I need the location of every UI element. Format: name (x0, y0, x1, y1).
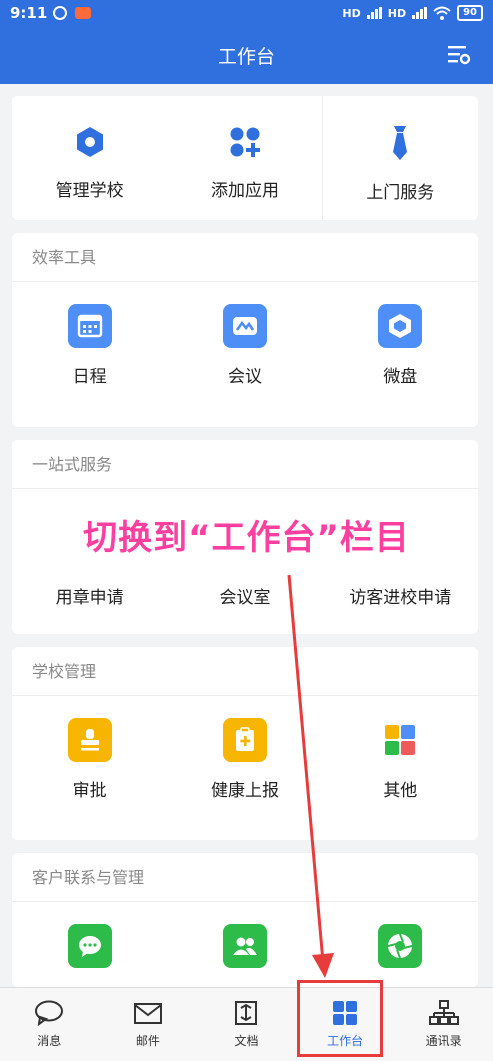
home-service-button[interactable]: 上门服务 (323, 96, 478, 220)
mail-icon (133, 1003, 162, 1024)
meeting-app[interactable]: 会议 (167, 282, 322, 387)
drive-label: 微盘 (383, 367, 418, 387)
add-app-button[interactable]: 添加应用 (167, 96, 322, 220)
add-app-icon (230, 127, 260, 157)
alarm-icon (53, 6, 68, 20)
seal-request-label: 用章申请 (55, 588, 124, 608)
calendar-icon (67, 304, 112, 348)
drive-icon (378, 304, 423, 348)
tab-documents[interactable]: 文档 (197, 988, 296, 1061)
contacts-app[interactable] (167, 902, 322, 968)
bottom-tab-bar: 消息 邮件 文档 工作台 通讯录 (0, 987, 493, 1061)
health-report-icon (222, 718, 267, 762)
highlight-box (297, 980, 383, 1057)
approval-app[interactable]: 审批 (12, 696, 167, 801)
health-report-app[interactable]: 健康上报 (167, 696, 322, 801)
tab-contacts[interactable]: 通讯录 (394, 988, 493, 1061)
contacts-icon (222, 924, 267, 968)
status-time: 9:11 (10, 4, 48, 22)
meeting-label: 会议 (227, 367, 262, 387)
schedule-label: 日程 (72, 367, 107, 387)
tie-icon (393, 126, 408, 160)
manage-school-label: 管理学校 (55, 181, 124, 201)
add-app-label: 添加应用 (210, 181, 279, 201)
client-management-card: 客户联系与管理 (12, 853, 478, 987)
signal-icon (366, 7, 382, 19)
other-label: 其他 (383, 781, 418, 801)
school-management-title: 学校管理 (12, 647, 478, 696)
home-service-label: 上门服务 (366, 183, 435, 203)
battery-icon: 90 (457, 5, 483, 21)
approval-label: 审批 (72, 781, 107, 801)
settings-icon[interactable] (447, 44, 471, 66)
efficiency-tools-card: 效率工具 日程 会议 微盘 (12, 233, 478, 427)
tab-messages[interactable]: 消息 (0, 988, 99, 1061)
client-management-title: 客户联系与管理 (12, 853, 478, 902)
document-icon (235, 1001, 258, 1025)
divider (322, 96, 323, 220)
school-management-card: 学校管理 审批 健康上报 其他 (12, 647, 478, 840)
moments-icon (378, 924, 423, 968)
drive-app[interactable]: 微盘 (323, 282, 478, 387)
page-title: 工作台 (217, 46, 275, 68)
wifi-icon (433, 6, 451, 20)
signal-hd-label-1: HD (342, 6, 361, 20)
tab-contacts-label: 通讯录 (425, 1034, 462, 1048)
signal-hd-label-2: HD (387, 6, 407, 20)
tab-mail-label: 邮件 (135, 1034, 160, 1048)
meeting-room-label: 会议室 (219, 588, 271, 608)
tab-documents-label: 文档 (234, 1034, 259, 1048)
chat-icon (67, 924, 112, 968)
meeting-icon (222, 304, 267, 348)
other-apps-icon (378, 718, 423, 762)
schedule-app[interactable]: 日程 (12, 282, 167, 387)
health-report-label: 健康上报 (210, 781, 279, 801)
status-bar: 9:11 HD HD 90 (0, 0, 493, 26)
manage-school-button[interactable]: 管理学校 (12, 96, 167, 220)
visitor-request-label: 访客进校申请 (349, 588, 452, 608)
chat-app[interactable] (12, 902, 167, 968)
top-actions-card: 管理学校 添加应用 上门服务 (12, 96, 478, 220)
one-stop-service-title: 一站式服务 (12, 440, 478, 489)
tab-mail[interactable]: 邮件 (99, 988, 198, 1061)
signal-icon-2 (412, 7, 428, 19)
org-chart-icon (428, 1000, 459, 1025)
nav-bar: 工作台 (0, 26, 493, 84)
tab-messages-label: 消息 (37, 1034, 62, 1048)
instruction-caption: 切换到“工作台”栏目 (83, 518, 410, 558)
efficiency-tools-title: 效率工具 (12, 233, 478, 282)
other-app[interactable]: 其他 (323, 696, 478, 801)
message-icon (35, 1000, 64, 1026)
stamp-icon (67, 718, 112, 762)
hexagon-icon (76, 127, 103, 157)
record-icon (75, 7, 92, 19)
moments-app[interactable] (323, 902, 478, 968)
